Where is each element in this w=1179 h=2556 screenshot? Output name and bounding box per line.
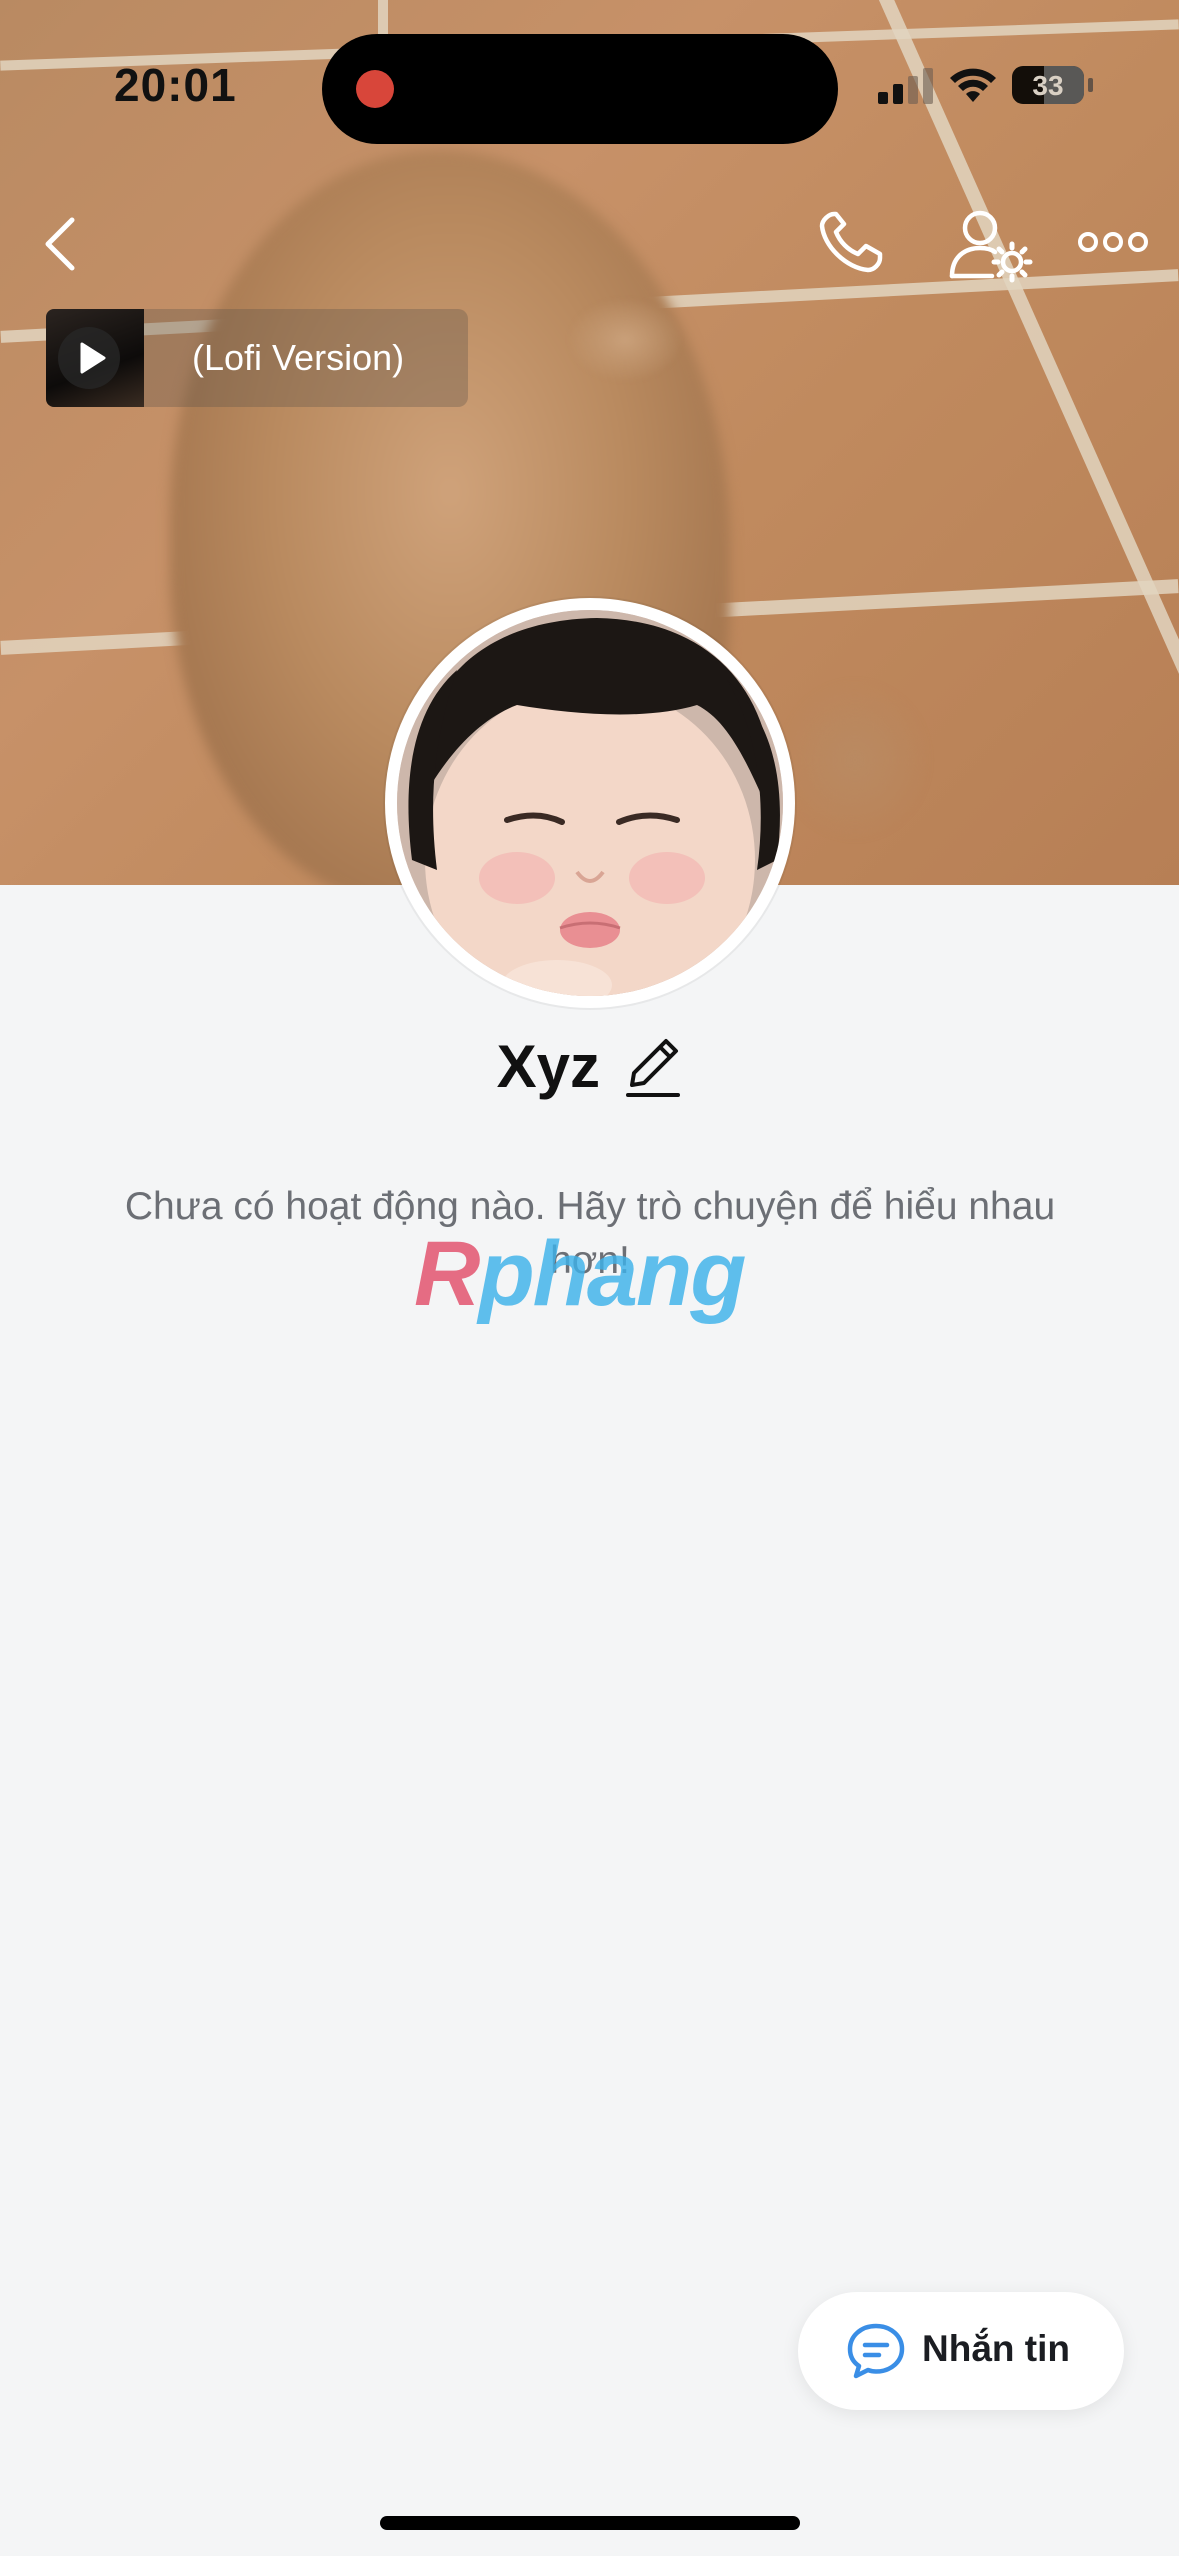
music-title: (Lofi Version) — [192, 337, 405, 378]
avatar-photo — [397, 610, 783, 996]
battery-icon: 33 — [1012, 66, 1084, 104]
watermark-logo: Rphang — [414, 1223, 746, 1325]
profile-name-row: Xyz — [0, 1032, 1179, 1112]
profile-avatar[interactable] — [385, 598, 795, 1008]
battery-level: 33 — [1032, 70, 1064, 101]
cellular-signal-icon — [878, 68, 933, 104]
profile-settings-button[interactable] — [946, 206, 1036, 284]
profile-name: Xyz — [496, 1033, 600, 1100]
play-icon — [80, 342, 106, 374]
play-button[interactable] — [58, 327, 120, 389]
wifi-icon — [950, 68, 996, 102]
more-options-button[interactable] — [1076, 220, 1150, 264]
status-time: 20:01 — [114, 59, 237, 111]
recording-indicator — [356, 70, 394, 108]
profile-music-player[interactable]: (Lofi Version) — [46, 309, 468, 407]
back-button[interactable] — [36, 212, 86, 276]
send-message-button[interactable]: Nhắn tin — [798, 2292, 1124, 2410]
send-message-label: Nhắn tin — [922, 2328, 1070, 2369]
edit-name-icon[interactable] — [626, 1035, 682, 1099]
chat-bubble-icon — [847, 2323, 905, 2379]
dynamic-island — [322, 34, 838, 144]
music-album-art — [46, 309, 144, 407]
home-indicator[interactable] — [380, 2516, 800, 2530]
call-button[interactable] — [812, 208, 892, 278]
